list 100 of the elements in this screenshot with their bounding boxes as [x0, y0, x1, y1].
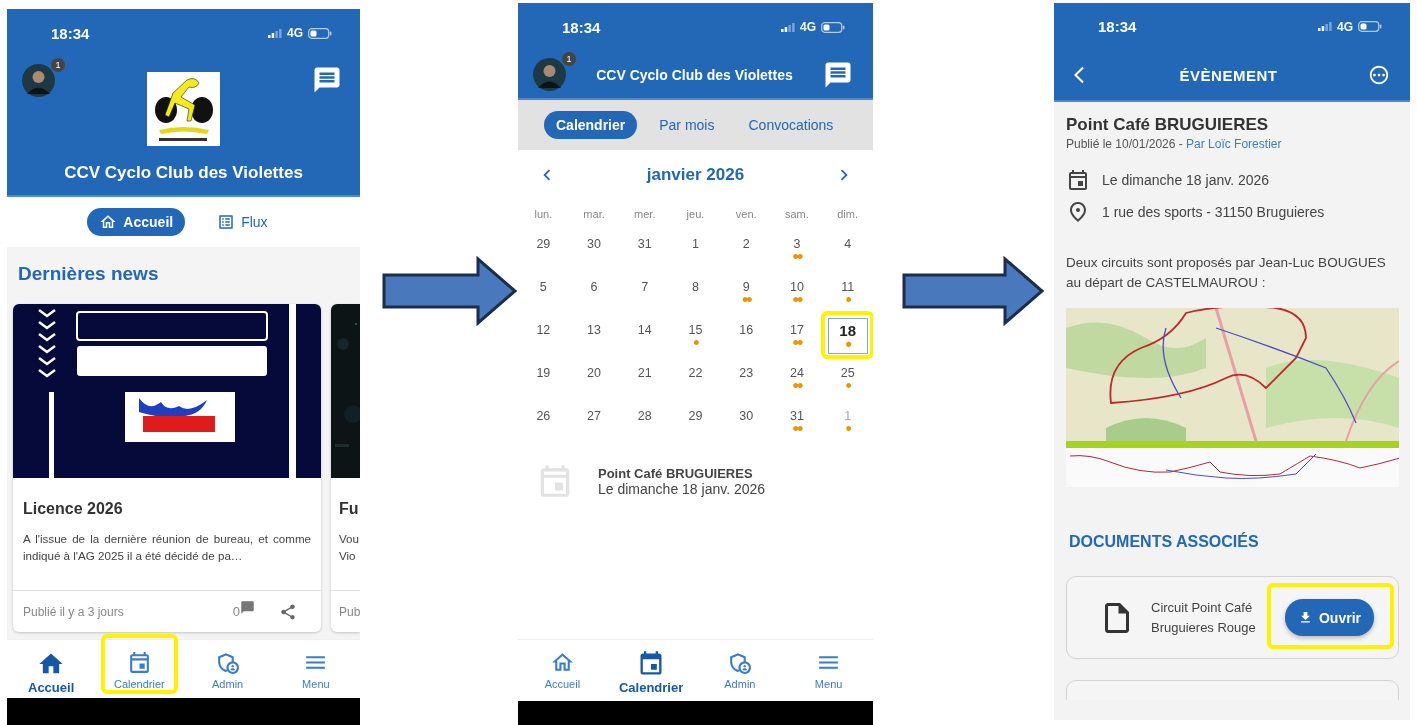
status-time: 18:34 — [562, 18, 601, 36]
network-label: 4G — [1337, 19, 1353, 34]
signal-icon — [781, 22, 795, 32]
more-icon[interactable] — [1368, 64, 1390, 86]
calendar-day[interactable]: 8 — [675, 274, 716, 311]
signal-icon — [268, 28, 282, 38]
calendar-day[interactable]: 10 •• — [776, 274, 817, 311]
calendar-day[interactable]: 24 •• — [776, 360, 817, 397]
weekday-label: dim. — [836, 208, 860, 220]
event-description: Deux circuits sont proposés par Jean-Luc BOUGUES au départ de CASTELMAUROU : — [1066, 254, 1387, 292]
signal-icon — [1318, 22, 1332, 31]
avatar[interactable] — [533, 58, 566, 91]
arrow-icon — [902, 256, 1045, 326]
calendar-day[interactable]: 20 — [574, 360, 615, 397]
news-excerpt: A l'issue de la dernière réunion de bureau, et comme indiqué à l'AG 2025 il a été décidé de pa… — [23, 531, 311, 564]
nav-item[interactable]: Accueil — [540, 640, 585, 701]
download-icon — [1298, 610, 1313, 625]
news-title: Licence 2026 — [23, 500, 124, 518]
calendar-day[interactable]: 31 •• — [776, 403, 817, 440]
calendar-day[interactable]: 1 — [675, 231, 716, 268]
home-icon — [99, 213, 118, 231]
share-icon[interactable] — [279, 602, 297, 621]
club-name: CCV Cyclo Club des Violettes — [595, 66, 794, 83]
nav-item[interactable]: Menu — [810, 640, 847, 701]
calendar-day[interactable]: 23 — [726, 360, 767, 397]
event-date: Le dimanche 18 janv. 2026 — [1102, 172, 1270, 188]
calendar-day[interactable]: 21 — [624, 360, 665, 397]
comment-icon[interactable] — [240, 600, 255, 615]
calendar-day[interactable]: 3 •• — [776, 231, 817, 268]
comment-count: 0 — [232, 604, 240, 619]
weekday-label: ven. — [734, 208, 758, 220]
news-card[interactable]: Fu Vou Vio Pub — [331, 304, 360, 632]
battery-icon — [1358, 21, 1382, 32]
calendar-day[interactable]: 4 — [827, 231, 868, 268]
calendar-day[interactable]: 16 — [726, 317, 767, 354]
nav-item[interactable]: Menu — [298, 640, 334, 698]
calendar-day[interactable]: 17 •• — [776, 317, 817, 354]
list-icon — [217, 213, 236, 231]
tab[interactable]: Accueil — [87, 208, 186, 236]
screen-title: ÉVÈNEMENT — [1178, 66, 1279, 84]
calendar-day[interactable]: 19 — [523, 360, 564, 397]
nav-item[interactable]: Calendrier — [614, 640, 688, 701]
news-excerpt: Vio — [339, 548, 357, 564]
calendar-day[interactable]: 30 — [726, 403, 767, 440]
tab[interactable]: Par mois — [647, 111, 727, 139]
weekday-label: mar. — [582, 208, 606, 220]
calendar-day[interactable]: 29 — [675, 403, 716, 440]
status-time: 18:34 — [51, 24, 90, 42]
weekday-label: sam. — [784, 208, 810, 220]
notification-badge: 1 — [562, 52, 576, 66]
calendar-day[interactable]: 5 — [523, 274, 564, 311]
section-title: DOCUMENTS ASSOCIÉS — [1068, 532, 1260, 552]
news-excerpt: Vou — [339, 531, 360, 547]
calendar-day[interactable]: 14 — [624, 317, 665, 354]
calendar-day[interactable]: 6 — [574, 274, 615, 311]
tab[interactable]: Calendrier — [544, 111, 638, 139]
calendar-day[interactable]: 26 — [523, 403, 564, 440]
section-title: Dernières news — [18, 263, 160, 286]
calendar-day[interactable]: 7 — [624, 274, 665, 311]
event-date: Le dimanche 18 janv. 2026 — [598, 480, 766, 497]
club-name: CCV Cyclo Club des Violettes — [63, 163, 304, 183]
calendar-day[interactable]: 30 — [574, 231, 615, 268]
network-label: 4G — [800, 20, 816, 34]
news-card[interactable]: Licence 2026 A l'issue de la dernière réunion de bureau, et comme indiqué à l'AG 2025 il a été décidé de pa… Publié il y a 3 jours 0 — [13, 304, 321, 632]
publish-info: Publié le 10/01/2026 - Par Loïc Forestier — [1066, 136, 1283, 152]
weekday-label: lun. — [533, 208, 554, 220]
calendar-day[interactable]: 2 — [726, 231, 767, 268]
calendar-day[interactable]: 25 • — [827, 360, 868, 397]
calendar-day[interactable]: 29 — [523, 231, 564, 268]
nav-item[interactable]: Accueil — [24, 640, 79, 698]
shield-user-icon — [727, 650, 753, 675]
chat-icon[interactable] — [312, 65, 342, 95]
calendar-day[interactable]: 9 •• — [726, 274, 767, 311]
shield-user-icon — [215, 650, 241, 675]
nav-item[interactable]: Admin — [208, 640, 248, 698]
news-title: Fu — [339, 500, 360, 518]
tab[interactable]: Convocations — [736, 111, 846, 139]
notification-badge: 1 — [51, 58, 65, 72]
network-label: 4G — [287, 26, 303, 40]
tab[interactable]: Flux — [205, 208, 280, 236]
nav-item[interactable]: Admin — [720, 640, 760, 701]
calendar-day[interactable]: 11 • — [827, 274, 868, 311]
calendar-icon — [1066, 168, 1090, 192]
month-title: janvier 2026 — [646, 165, 745, 185]
calendar-day[interactable]: 31 — [624, 231, 665, 268]
open-button[interactable]: Ouvrir — [1285, 599, 1374, 636]
calendar-day[interactable]: 15 • — [675, 317, 716, 354]
calendar-day[interactable]: 12 — [523, 317, 564, 354]
weekday-label: mer. — [633, 208, 657, 220]
battery-icon — [821, 21, 845, 33]
event-address: 1 rue des sports - 31150 Bruguieres — [1102, 204, 1325, 220]
calendar-day[interactable]: 18 • — [827, 317, 868, 354]
author-link[interactable]: Par Loïc Forestier — [1186, 137, 1282, 151]
avatar[interactable] — [22, 64, 55, 97]
calendar-day[interactable]: 28 — [624, 403, 665, 440]
calendar-day[interactable]: 27 — [574, 403, 615, 440]
event-title[interactable]: Point Café BRUGUIERES — [598, 465, 766, 481]
nav-item[interactable]: Calendrier — [110, 640, 169, 698]
calendar-day[interactable]: 22 — [675, 360, 716, 397]
calendar-day[interactable]: 13 — [574, 317, 615, 354]
